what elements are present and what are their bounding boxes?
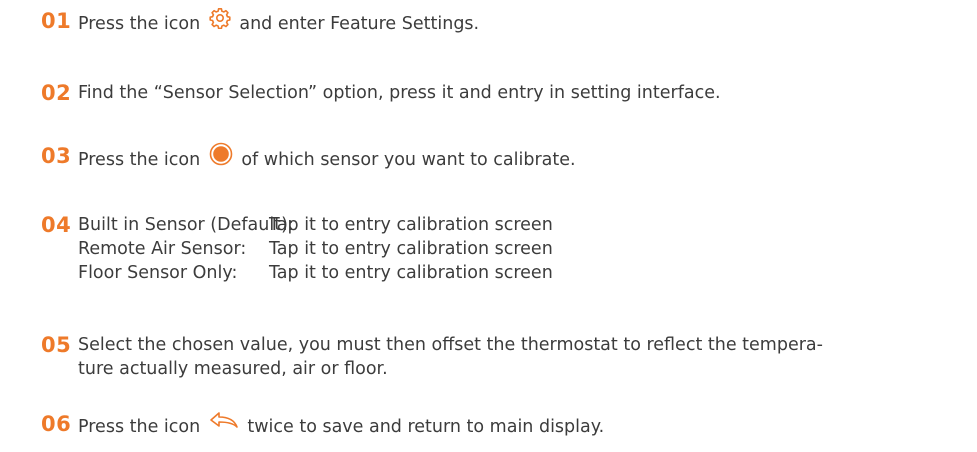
step-text: Find the “Sensor Selection” option, pres…: [78, 83, 721, 103]
sensor-table: Built in Sensor (Default): Tap it to ent…: [78, 213, 553, 285]
radio-selected-icon: [209, 142, 233, 174]
step-number: 05: [41, 333, 72, 357]
step-text-after: and enter Feature Settings.: [239, 14, 480, 34]
step-text-line-1: Select the chosen value, you must then o…: [78, 335, 823, 355]
sensor-row: Remote Air Sensor: Tap it to entry calib…: [78, 237, 553, 261]
back-arrow-icon: [209, 410, 239, 440]
sensor-action: Tap it to entry calibration screen: [269, 239, 553, 259]
step-text-after: twice to save and return to main display…: [247, 417, 605, 437]
step-number: 01: [41, 9, 72, 33]
sensor-label: Built in Sensor (Default):: [78, 215, 294, 235]
step-text-before: Press the icon: [78, 14, 201, 34]
gear-icon: [209, 7, 231, 37]
sensor-action: Tap it to entry calibration screen: [269, 263, 553, 283]
step-number: 06: [41, 412, 72, 436]
sensor-row: Built in Sensor (Default): Tap it to ent…: [78, 213, 553, 237]
step-text: Press the icon twice to save and return …: [78, 412, 604, 442]
sensor-label: Floor Sensor Only:: [78, 263, 238, 283]
step-text-line-2: ture actually measured, air or floor.: [78, 359, 388, 379]
step-number: 04: [41, 213, 72, 237]
step-text: Press the icon of which sensor you want …: [78, 142, 576, 176]
step-number: 03: [41, 144, 72, 168]
step-text-before: Press the icon: [78, 417, 201, 437]
step-text: Select the chosen value, you must then o…: [78, 333, 823, 381]
sensor-action: Tap it to entry calibration screen: [269, 215, 553, 235]
step-text: Press the icon and enter Feature Setting…: [78, 7, 480, 39]
step-text-after: of which sensor you want to calibrate.: [241, 150, 576, 170]
step-number: 02: [41, 81, 72, 105]
step-text-before: Press the icon: [78, 150, 201, 170]
sensor-label: Remote Air Sensor:: [78, 239, 247, 259]
sensor-row: Floor Sensor Only: Tap it to entry calib…: [78, 261, 553, 285]
